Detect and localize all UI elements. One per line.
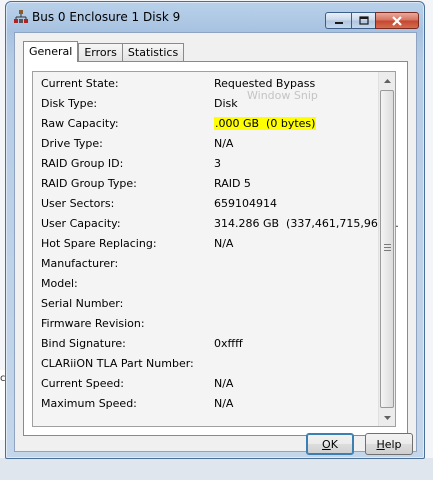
property-label: Bind Signature: (41, 337, 126, 350)
thumb-grip-line (384, 250, 391, 251)
minimize-button[interactable] (325, 12, 351, 29)
property-value: 659104914 (214, 197, 277, 210)
property-value: N/A (214, 377, 234, 390)
property-row[interactable]: Raw Capacity: .000 GB (0 bytes) (33, 114, 378, 134)
property-value: 3 (214, 157, 221, 170)
property-label: Firmware Revision: (41, 317, 145, 330)
property-row[interactable]: Manufacturer: (33, 254, 378, 274)
property-label: Raw Capacity: (41, 117, 119, 130)
property-row[interactable]: Hot Spare Replacing: N/A (33, 234, 378, 254)
ok-button[interactable]: OK (306, 433, 354, 455)
dialog-client-area: General Errors Statistics Window Snip Cu… (14, 32, 417, 455)
properties-list[interactable]: Window Snip Current State: Requested Bypa… (32, 71, 399, 427)
property-value: RAID 5 (214, 177, 251, 190)
property-value: Disk (214, 97, 238, 110)
property-label: Disk Type: (41, 97, 98, 110)
tab-errors[interactable]: Errors (78, 43, 123, 62)
property-row[interactable]: Maximum Speed: N/A (33, 394, 378, 414)
properties-rows: Current State: Requested Bypass Disk Type:… (33, 74, 399, 414)
maximize-button[interactable] (351, 12, 375, 29)
title-bar[interactable]: Bus 0 Enclosure 1 Disk 9 (6, 2, 424, 32)
close-icon (392, 15, 402, 26)
property-label: Manufacturer: (41, 257, 119, 270)
tab-statistics[interactable]: Statistics (121, 43, 185, 62)
property-label: Serial Number: (41, 297, 124, 310)
property-value: 0xffff (214, 337, 243, 350)
desktop-bottom-strip (0, 458, 433, 480)
property-row[interactable]: Serial Number: (33, 294, 378, 314)
property-label: User Capacity: (41, 217, 121, 230)
property-label: Current Speed: (41, 377, 124, 390)
close-button[interactable] (375, 12, 419, 29)
property-label: Model: (41, 277, 78, 290)
caption-buttons (325, 12, 419, 30)
property-row[interactable]: Current Speed: N/A (33, 374, 378, 394)
property-label: Current State: (41, 77, 119, 90)
storage-tree-icon (14, 10, 28, 23)
minimize-icon (334, 21, 343, 24)
ok-button-label: OK (322, 437, 338, 451)
property-row[interactable]: Bind Signature: 0xffff (33, 334, 378, 354)
scroll-up-arrow-icon (383, 78, 391, 83)
property-label: Hot Spare Replacing: (41, 237, 157, 250)
maximize-icon (358, 16, 369, 25)
help-button[interactable]: Help (365, 433, 413, 455)
help-button-label: Help (376, 437, 402, 451)
thumb-grip-line (384, 247, 391, 248)
tab-general[interactable]: General (23, 41, 79, 62)
vertical-scrollbar[interactable] (378, 72, 395, 426)
window-title: Bus 0 Enclosure 1 Disk 9 (32, 10, 181, 24)
property-label: User Sectors: (41, 197, 115, 210)
property-label: Drive Type: (41, 137, 103, 150)
property-value: Requested Bypass (214, 77, 316, 90)
property-row[interactable]: RAID Group ID: 3 (33, 154, 378, 174)
property-value: N/A (214, 137, 234, 150)
scroll-down-arrow-icon (383, 415, 391, 420)
property-value: 314.286 GB (337,461,715,968 ... (214, 217, 399, 230)
property-value: N/A (214, 397, 234, 410)
property-row[interactable]: Drive Type: N/A (33, 134, 378, 154)
thumb-grip-line (384, 244, 391, 245)
property-row[interactable]: CLARiiON TLA Part Number: (33, 354, 378, 374)
property-row[interactable]: User Sectors: 659104914 (33, 194, 378, 214)
properties-dialog: Bus 0 Enclosure 1 Disk 9 General Errors … (5, 1, 425, 459)
property-row[interactable]: Model: (33, 274, 378, 294)
property-label: Maximum Speed: (41, 397, 137, 410)
property-label: RAID Group Type: (41, 177, 137, 190)
highlighted-property-value: .000 GB (0 bytes) (214, 117, 317, 130)
property-value: N/A (214, 237, 234, 250)
property-row[interactable]: Current State: Requested Bypass (33, 74, 378, 94)
scroll-down-button[interactable] (379, 409, 395, 426)
property-row[interactable]: Firmware Revision: (33, 314, 378, 334)
general-tab-panel: Window Snip Current State: Requested Bypa… (23, 61, 408, 436)
property-label: RAID Group ID: (41, 157, 124, 170)
property-row[interactable]: RAID Group Type: RAID 5 (33, 174, 378, 194)
property-row[interactable]: Disk Type: Disk (33, 94, 378, 114)
scroll-up-button[interactable] (379, 72, 395, 89)
scrollbar-thumb[interactable] (380, 90, 394, 408)
property-label: CLARiiON TLA Part Number: (41, 357, 194, 370)
property-row[interactable]: User Capacity: 314.286 GB (337,461,715,96… (33, 214, 399, 234)
tab-strip: General Errors Statistics (23, 41, 185, 62)
